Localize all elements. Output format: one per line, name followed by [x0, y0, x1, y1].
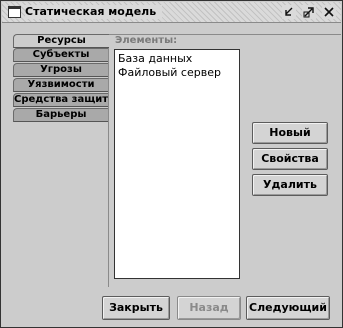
- iconify-icon[interactable]: [282, 5, 296, 19]
- title-bar[interactable]: Статическая модель: [2, 2, 341, 23]
- properties-button[interactable]: Свойства: [252, 148, 328, 170]
- tab-protection-means[interactable]: Средства защиты: [13, 93, 109, 107]
- maximize-icon[interactable]: [302, 5, 316, 19]
- window-title: Статическая модель: [25, 5, 163, 19]
- new-button[interactable]: Новый: [252, 122, 328, 144]
- tab-resources[interactable]: Ресурсы: [13, 34, 109, 48]
- close-icon[interactable]: [322, 5, 336, 19]
- tab-vulnerabilities[interactable]: Уязвимости: [13, 78, 109, 92]
- dialog-window: Статическая модель Ресурсы Субъекты Угро…: [0, 0, 343, 328]
- window-icon: [8, 6, 21, 18]
- close-button[interactable]: Закрыть: [102, 296, 170, 320]
- tab-threats[interactable]: Угрозы: [13, 63, 109, 77]
- list-item[interactable]: Файловый сервер: [118, 66, 236, 80]
- back-button[interactable]: Назад: [177, 296, 241, 320]
- delete-button[interactable]: Удалить: [252, 174, 328, 196]
- elements-list[interactable]: База данных Файловый сервер: [114, 49, 240, 279]
- tab-subjects[interactable]: Субъекты: [13, 48, 109, 62]
- elements-label: Элементы:: [115, 35, 178, 46]
- tab-barriers[interactable]: Барьеры: [13, 108, 109, 122]
- list-item[interactable]: База данных: [118, 52, 236, 66]
- next-button[interactable]: Следующий: [246, 296, 330, 320]
